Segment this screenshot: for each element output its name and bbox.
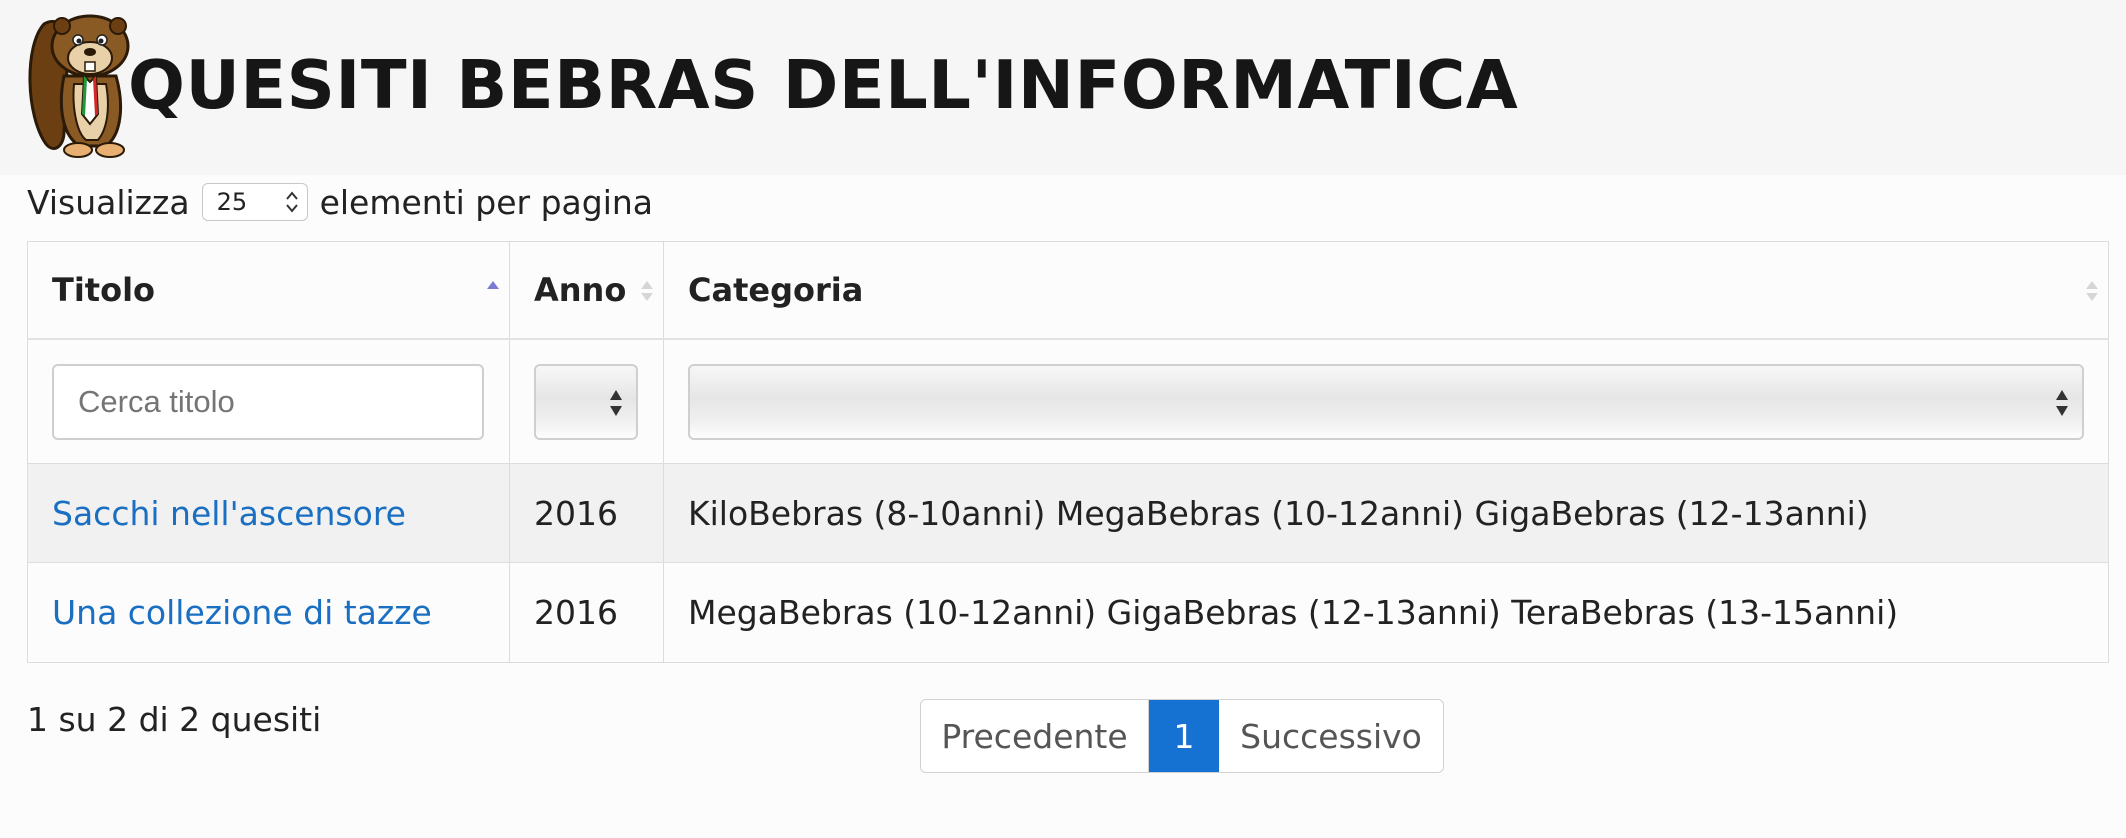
table-header-row: Titolo Anno Categoria xyxy=(28,242,2108,340)
page-length-control: Visualizza 25 elementi per pagina xyxy=(27,180,653,224)
table-filter-row: Cerca titolo xyxy=(28,340,2108,464)
sort-both-icon xyxy=(641,281,653,301)
category-filter-select[interactable] xyxy=(688,363,2084,440)
cell-year: 2016 xyxy=(510,464,664,562)
filter-cell-titolo: Cerca titolo xyxy=(28,340,510,463)
sort-ascending-icon xyxy=(487,281,499,289)
cell-year: 2016 xyxy=(510,563,664,662)
select-arrows-icon xyxy=(285,191,298,213)
length-suffix-label: elementi per pagina xyxy=(319,182,654,222)
cell-title: Sacchi nell'ascensore xyxy=(28,464,510,562)
column-header-titolo[interactable]: Titolo xyxy=(28,242,510,338)
site-header: QUESITI BEBRAS DELL'INFORMATICA xyxy=(0,0,2126,175)
select-arrows-icon xyxy=(2056,389,2068,416)
column-header-label: Anno xyxy=(534,271,627,309)
table-row: Una collezione di tazze 2016 MegaBebras … xyxy=(28,563,2108,662)
filter-cell-categoria xyxy=(664,340,2108,463)
page-length-value: 25 xyxy=(216,188,248,216)
previous-page-button[interactable]: Precedente xyxy=(921,700,1149,772)
cell-category: KiloBebras (8-10anni) MegaBebras (10-12a… xyxy=(688,493,1869,533)
cell-category: MegaBebras (10-12anni) GigaBebras (12-13… xyxy=(688,593,1899,632)
select-arrows-icon xyxy=(610,389,622,416)
title-search-input[interactable]: Cerca titolo xyxy=(52,363,484,440)
page-length-select[interactable]: 25 xyxy=(201,183,308,221)
column-header-label: Titolo xyxy=(52,271,156,309)
column-header-label: Categoria xyxy=(688,271,864,309)
filter-cell-anno xyxy=(510,340,664,463)
table-row: Sacchi nell'ascensore 2016 KiloBebras (8… xyxy=(28,464,2108,563)
column-header-anno[interactable]: Anno xyxy=(510,242,664,338)
beaver-logo-icon[interactable] xyxy=(24,6,134,162)
questions-table: Titolo Anno Categoria Cerca titolo Sacch… xyxy=(27,241,2109,663)
length-prefix-label: Visualizza xyxy=(27,182,190,222)
cell-title: Una collezione di tazze xyxy=(28,563,510,662)
table-info-text: 1 su 2 di 2 quesiti xyxy=(27,700,322,739)
column-header-categoria[interactable]: Categoria xyxy=(664,242,2108,338)
page-1-button[interactable]: 1 xyxy=(1149,700,1219,772)
question-link[interactable]: Sacchi nell'ascensore xyxy=(52,494,406,533)
pagination: Precedente 1 Successivo xyxy=(920,699,1444,773)
year-filter-select[interactable] xyxy=(534,363,638,440)
question-link[interactable]: Una collezione di tazze xyxy=(52,593,432,632)
page-title: QUESITI BEBRAS DELL'INFORMATICA xyxy=(128,46,1519,124)
sort-both-icon xyxy=(2086,281,2098,301)
next-page-button[interactable]: Successivo xyxy=(1219,700,1443,772)
title-search-placeholder: Cerca titolo xyxy=(78,383,235,419)
